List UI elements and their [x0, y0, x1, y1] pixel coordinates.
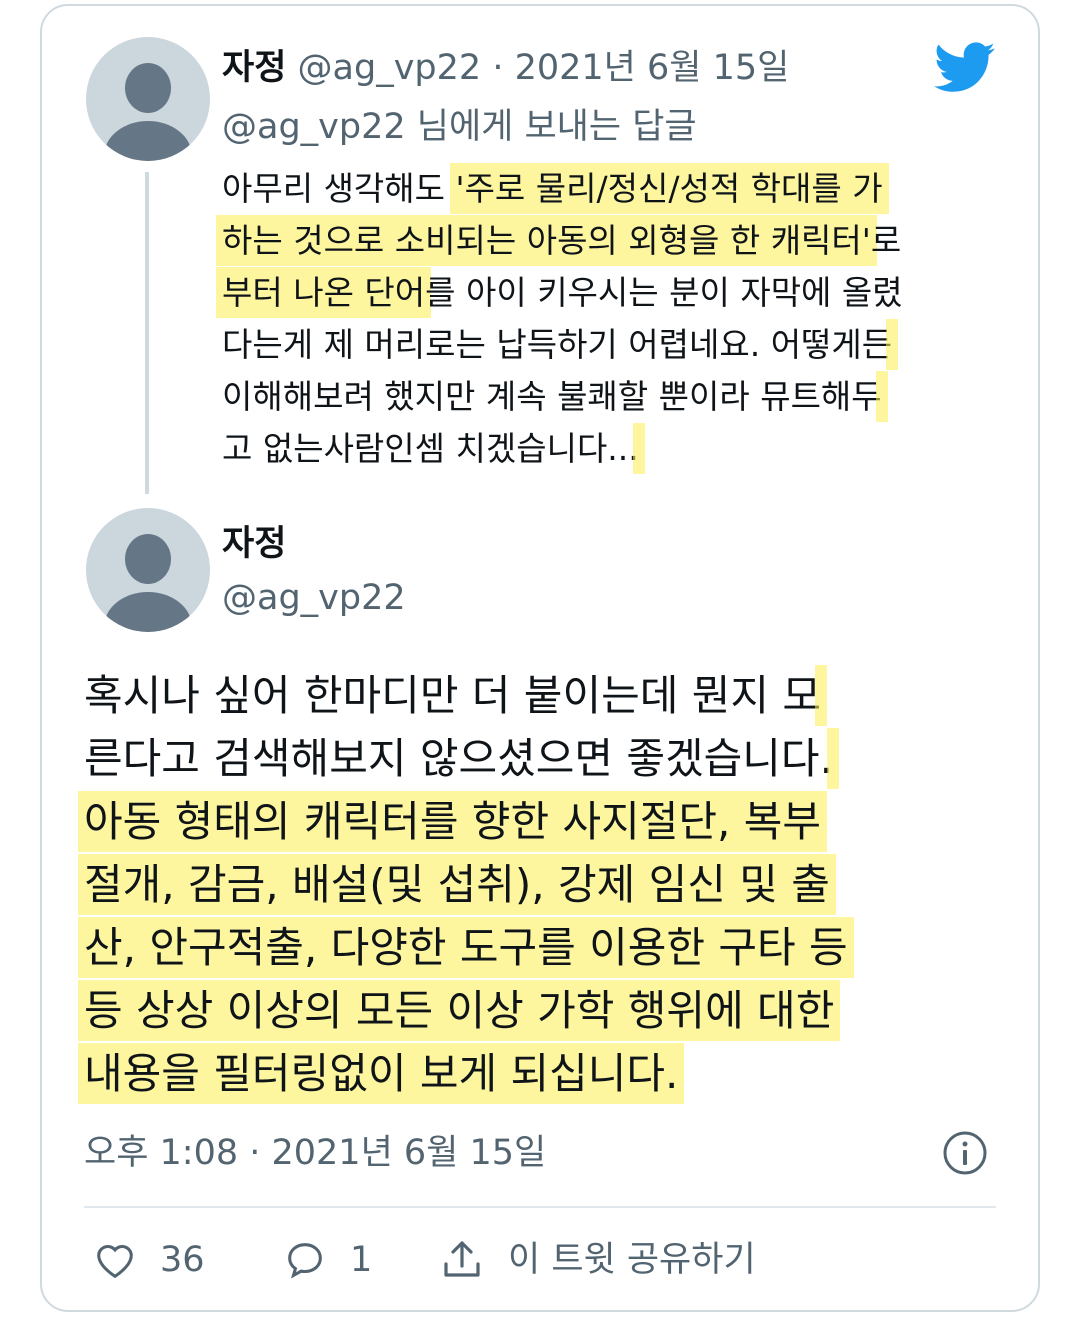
display-name[interactable]: 자정	[222, 48, 286, 88]
reply-count: 1	[350, 1240, 373, 1280]
text-line: 아무리 생각해도 '주로 물리/정신/성적 학대를 가	[222, 163, 1002, 215]
speech-bubble-icon	[288, 1243, 322, 1279]
text-line: 혹시나 싶어 한마디만 더 붙이는데 뭔지 모	[84, 664, 1004, 727]
text-segment: 른다고 검색해보지 않으셨으면 좋겠습니다.	[84, 734, 833, 783]
highlighted-text: 절개, 감금, 배설(및 섭취), 강제 임신 및 출	[84, 860, 830, 909]
highlighted-text: 하는 것으로 소비되는 아동의 외형을 한 캐릭터'	[222, 221, 871, 260]
share-label: 이 트윗 공유하기	[508, 1240, 756, 1280]
tweet-date[interactable]: 2021년 6월 15일	[515, 48, 790, 88]
highlighted-text: 아동 형태의 캐릭터를 향한 사지절단, 복부	[84, 797, 821, 846]
tweet-timestamp[interactable]: 오후 1:08 · 2021년 6월 15일	[84, 1127, 546, 1179]
text-line: 아동 형태의 캐릭터를 향한 사지절단, 복부	[84, 790, 1004, 853]
highlighted-text: 산, 안구적출, 다양한 도구를 이용한 구타 등	[84, 923, 848, 972]
reply-tweet-text: 아무리 생각해도 '주로 물리/정신/성적 학대를 가 하는 것으로 소비되는 아…	[222, 163, 1002, 475]
reply-header: 자정 @ag_vp22 · 2021년 6월 15일	[222, 42, 789, 94]
handle[interactable]: @ag_vp22	[298, 48, 482, 88]
text-line: 내용을 필터링없이 보게 되십니다.	[84, 1042, 1004, 1105]
share-button[interactable]: 이 트윗 공유하기	[438, 1232, 756, 1288]
text-line: 른다고 검색해보지 않으셨으면 좋겠습니다.	[84, 727, 1004, 790]
separator: ·	[492, 48, 504, 88]
text-line: 하는 것으로 소비되는 아동의 외형을 한 캐릭터'로	[222, 215, 1002, 267]
handle[interactable]: @ag_vp22	[222, 572, 406, 624]
heart-icon	[97, 1244, 133, 1279]
text-line: 산, 안구적출, 다양한 도구를 이용한 구타 등	[84, 916, 1004, 979]
avatar[interactable]	[86, 37, 210, 161]
text-line: 이해해보려 했지만 계속 불쾌할 뿐이라 뮤트해두	[222, 371, 1002, 423]
text-line: 절개, 감금, 배설(및 섭취), 강제 임신 및 출	[84, 853, 1004, 916]
text-line: 고 없는사람인셈 치겠습니다...	[222, 423, 1002, 475]
main-tweet-text: 혹시나 싶어 한마디만 더 붙이는데 뭔지 모른다고 검색해보지 않으셨으면 좋…	[84, 664, 1004, 1105]
text-segment: 로	[870, 221, 902, 260]
twitter-bird-icon	[934, 42, 995, 92]
text-segment: 혹시나 싶어 한마디만 더 붙이는데 뭔지 모	[84, 671, 821, 720]
reply-button[interactable]: 1	[282, 1232, 372, 1288]
highlighted-text: 부터 나온 단어	[222, 273, 426, 312]
text-line: 다는게 제 머리로는 납득하기 어렵네요. 어떻게든	[222, 319, 1002, 371]
share-icon	[444, 1241, 480, 1277]
highlighted-text: 등 상상 이상의 모든 이상 가학 행위에 대한	[84, 986, 835, 1035]
divider	[84, 1206, 996, 1208]
thread-line	[145, 172, 149, 494]
highlighted-text: '주로 물리/정신/성적 학대를 가	[455, 169, 883, 208]
text-segment: 를 아이 키우시는 분이 자막에 올렸	[425, 273, 903, 312]
like-button[interactable]: 36	[92, 1232, 205, 1288]
info-icon[interactable]	[942, 1130, 988, 1176]
like-count: 36	[160, 1240, 205, 1280]
avatar[interactable]	[86, 508, 210, 632]
text-segment: 다는게 제 머리로는 납득하기 어렵네요. 어떻게든	[222, 325, 893, 364]
text-segment: 이해해보려 했지만 계속 불쾌할 뿐이라 뮤트해두	[222, 377, 882, 416]
highlighted-text: 내용을 필터링없이 보게 되십니다.	[84, 1049, 679, 1098]
text-line: 부터 나온 단어를 아이 키우시는 분이 자막에 올렸	[222, 267, 1002, 319]
text-segment: 아무리 생각해도	[222, 169, 456, 208]
display-name[interactable]: 자정	[222, 518, 286, 570]
reply-to-label[interactable]: @ag_vp22 님에게 보내는 답글	[222, 101, 697, 153]
text-line: 등 상상 이상의 모든 이상 가학 행위에 대한	[84, 979, 1004, 1042]
action-bar: 36 1 이 트윗 공유하기	[84, 1232, 996, 1288]
text-segment: 고 없는사람인셈 치겠습니다...	[222, 429, 639, 468]
